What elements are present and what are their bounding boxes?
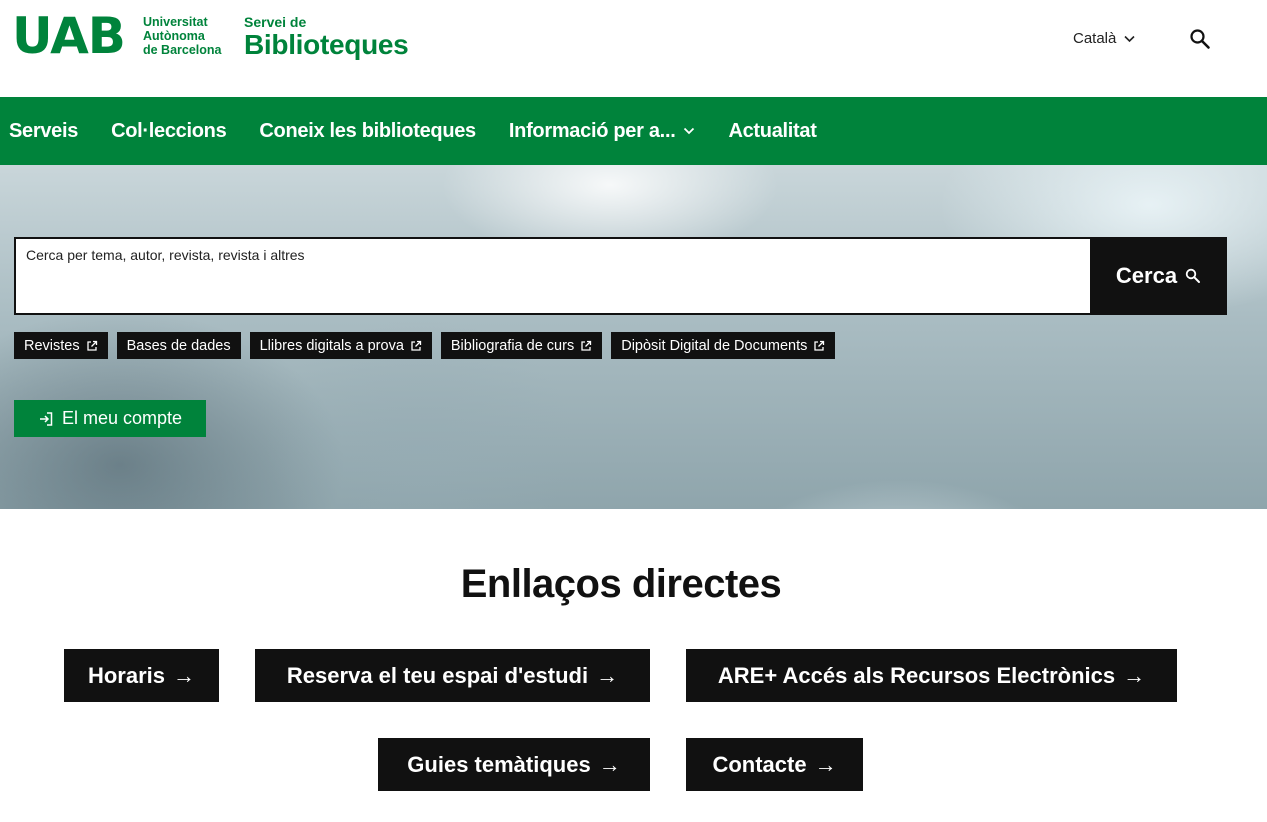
external-link-icon	[411, 340, 422, 351]
search-button-label: Cerca	[1115, 263, 1178, 288]
university-name-line2: Autònoma	[143, 29, 205, 43]
chip-label: Revistes	[24, 337, 80, 354]
my-account-label: El meu compte	[61, 408, 183, 428]
catalog-search-input[interactable]: Cerca per tema, autor, revista, revista …	[14, 237, 1091, 315]
arrow-right-icon: →	[1123, 662, 1146, 688]
chip-revistes[interactable]: Revistes	[14, 332, 108, 359]
university-name[interactable]: Universitat Autònoma de Barcelona	[143, 15, 222, 57]
external-link-icon	[581, 340, 592, 351]
nav-item-actualitat[interactable]: Actualitat	[728, 120, 816, 143]
quick-link-label: Guies temàtiques	[407, 751, 591, 777]
uab-logo[interactable]: UAB	[12, 10, 126, 62]
nav-item-label: Col·leccions	[111, 119, 227, 142]
nav-item-coneix[interactable]: Coneix les biblioteques	[259, 119, 476, 143]
chip-diposit-digital[interactable]: Dipòsit Digital de Documents	[611, 332, 836, 359]
quick-links-title: Enllaços directes	[460, 562, 782, 606]
language-label: Català	[1073, 30, 1117, 47]
university-name-line1: Universitat	[143, 15, 208, 29]
search-icon	[1185, 268, 1201, 283]
site-header: UAB Universitat Autònoma de Barcelona Se…	[0, 0, 1267, 97]
chip-bases-de-dades[interactable]: Bases de dades	[116, 332, 241, 359]
search-placeholder: Cerca per tema, autor, revista, revista …	[26, 247, 305, 263]
chip-label: Bases de dades	[126, 337, 231, 354]
nav-item-label: Coneix les biblioteques	[259, 119, 476, 142]
chevron-down-icon	[684, 127, 695, 135]
university-name-line3: de Barcelona	[143, 43, 222, 57]
arrow-right-icon: →	[173, 662, 196, 688]
login-icon	[39, 411, 53, 426]
quick-link-are[interactable]: ARE+ Accés als Recursos Electrònics →	[686, 649, 1177, 702]
servei-de-label[interactable]: Servei de	[244, 14, 306, 30]
chip-llibres-digitals[interactable]: Llibres digitals a prova	[249, 332, 432, 359]
search-icon[interactable]	[1189, 28, 1211, 50]
quick-link-horaris[interactable]: Horaris →	[64, 649, 219, 702]
language-selector[interactable]: Català	[1073, 30, 1135, 47]
chip-label: Dipòsit Digital de Documents	[621, 337, 808, 354]
nav-item-colleccions[interactable]: Col·leccions	[111, 119, 227, 143]
main-nav: Serveis Col·leccions Coneix les bibliote…	[0, 97, 1267, 165]
quick-link-label: ARE+ Accés als Recursos Electrònics	[717, 662, 1116, 688]
chevron-down-icon	[1124, 35, 1135, 42]
nav-item-label: Serveis	[9, 119, 79, 142]
arrow-right-icon: →	[814, 751, 837, 777]
nav-item-label: Informació per a...	[508, 119, 676, 142]
nav-item-serveis[interactable]: Serveis	[9, 120, 78, 143]
external-link-icon	[86, 340, 97, 351]
nav-item-label: Actualitat	[728, 119, 817, 142]
search-button[interactable]: Cerca	[1090, 237, 1227, 315]
nav-item-informacio[interactable]: Informació per a...	[509, 120, 696, 143]
quick-link-label: Contacte	[712, 751, 807, 777]
my-account-button[interactable]: El meu compte	[14, 400, 206, 437]
chip-label: Llibres digitals a prova	[259, 337, 404, 354]
resource-chips: Revistes Bases de dades Llibres digitals…	[14, 332, 836, 359]
arrow-right-icon: →	[598, 751, 621, 777]
chip-bibliografia[interactable]: Bibliografia de curs	[440, 332, 603, 359]
quick-link-guies[interactable]: Guies temàtiques →	[378, 738, 650, 791]
external-link-icon	[814, 340, 825, 351]
biblioteques-title[interactable]: Biblioteques	[244, 29, 409, 61]
quick-link-label: Horaris	[87, 662, 166, 688]
quick-link-contacte[interactable]: Contacte →	[686, 738, 863, 791]
quick-link-label: Reserva el teu espai d'estudi	[286, 662, 589, 688]
chip-label: Bibliografia de curs	[450, 337, 575, 354]
arrow-right-icon: →	[596, 662, 619, 688]
quick-link-reserva[interactable]: Reserva el teu espai d'estudi →	[255, 649, 650, 702]
